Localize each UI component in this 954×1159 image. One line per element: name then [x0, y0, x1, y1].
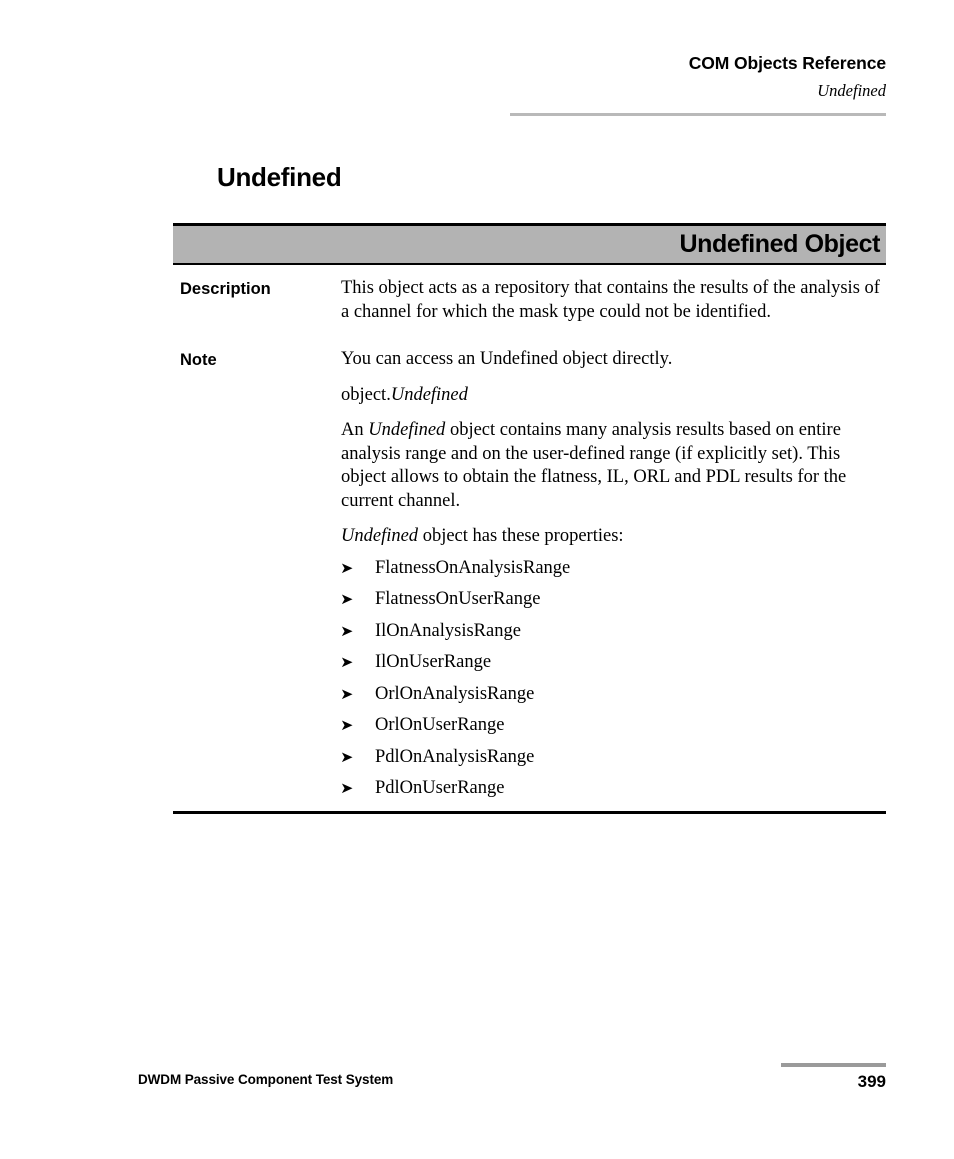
- details-object-name: Undefined: [368, 420, 446, 440]
- note-paragraph-syntax: object.Undefined: [341, 384, 886, 408]
- arrow-bullet-icon: ➤: [340, 558, 354, 577]
- object-table-body: Description This object acts as a reposi…: [173, 265, 886, 814]
- table-row-note: Note You can access an Undefined object …: [173, 348, 886, 801]
- list-item: ➤ FlatnessOnAnalysisRange: [340, 557, 886, 581]
- page-title: Undefined: [217, 162, 342, 193]
- table-row-description: Description This object acts as a reposi…: [173, 277, 886, 324]
- list-item: ➤ PdlOnUserRange: [340, 777, 886, 801]
- property-name: OrlOnAnalysisRange: [375, 683, 535, 704]
- properties-intro-object-name: Undefined: [341, 526, 419, 546]
- page-number: 399: [857, 1072, 886, 1091]
- property-name: OrlOnUserRange: [375, 715, 505, 735]
- running-header-subtitle: Undefined: [817, 81, 886, 100]
- arrow-bullet-icon: ➤: [340, 684, 354, 703]
- property-name: FlatnessOnUserRange: [375, 589, 541, 609]
- footer-product-name: DWDM Passive Component Test System: [138, 1072, 394, 1087]
- running-header: COM Objects Reference Undefined: [0, 52, 886, 102]
- arrow-bullet-icon: ➤: [340, 590, 354, 608]
- row-label-description: Description: [180, 280, 271, 298]
- syntax-object-name: Undefined: [390, 384, 468, 405]
- details-prefix: An: [341, 420, 369, 440]
- header-divider: [510, 113, 886, 116]
- object-reference-table: Undefined Object Description This object…: [173, 223, 886, 814]
- row-label-note: Note: [180, 351, 217, 369]
- list-item: ➤ FlatnessOnUserRange: [340, 588, 886, 612]
- property-name: FlatnessOnAnalysisRange: [375, 557, 571, 578]
- property-name: IlOnAnalysisRange: [375, 620, 521, 641]
- list-item: ➤ PdlOnAnalysisRange: [340, 746, 886, 770]
- list-item: ➤ IlOnAnalysisRange: [340, 620, 886, 644]
- property-name: IlOnUserRange: [375, 652, 492, 672]
- row-content-note: You can access an Undefined object direc…: [340, 348, 886, 801]
- object-title: Undefined Object: [679, 230, 880, 258]
- property-name: PdlOnAnalysisRange: [375, 746, 535, 767]
- object-title-bar: Undefined Object: [173, 223, 886, 265]
- document-page: COM Objects Reference Undefined Undefine…: [0, 0, 954, 1159]
- footer-divider: [781, 1063, 886, 1067]
- property-name: PdlOnUserRange: [375, 778, 505, 798]
- arrow-bullet-icon: ➤: [340, 747, 354, 766]
- arrow-bullet-icon: ➤: [340, 653, 354, 671]
- note-paragraph-access: You can access an Undefined object direc…: [341, 349, 673, 369]
- page-footer: DWDM Passive Component Test System 399: [138, 1063, 886, 1093]
- note-paragraph-details: An Undefined object contains many analys…: [341, 419, 886, 513]
- syntax-object-prefix: object.: [341, 384, 391, 405]
- row-content-description: This object acts as a repository that co…: [341, 277, 886, 324]
- properties-list: ➤ FlatnessOnAnalysisRange ➤ FlatnessOnUs…: [340, 557, 886, 801]
- properties-intro-rest: object has these properties:: [418, 526, 624, 546]
- list-item: ➤ IlOnUserRange: [340, 651, 886, 675]
- list-item: ➤ OrlOnUserRange: [340, 714, 886, 738]
- description-paragraph: This object acts as a repository that co…: [341, 278, 880, 322]
- list-item: ➤ OrlOnAnalysisRange: [340, 683, 886, 707]
- note-paragraph-properties-intro: Undefined object has these properties:: [341, 525, 886, 549]
- arrow-bullet-icon: ➤: [340, 716, 354, 734]
- arrow-bullet-icon: ➤: [340, 621, 354, 640]
- running-header-title: COM Objects Reference: [688, 53, 886, 73]
- arrow-bullet-icon: ➤: [340, 779, 354, 797]
